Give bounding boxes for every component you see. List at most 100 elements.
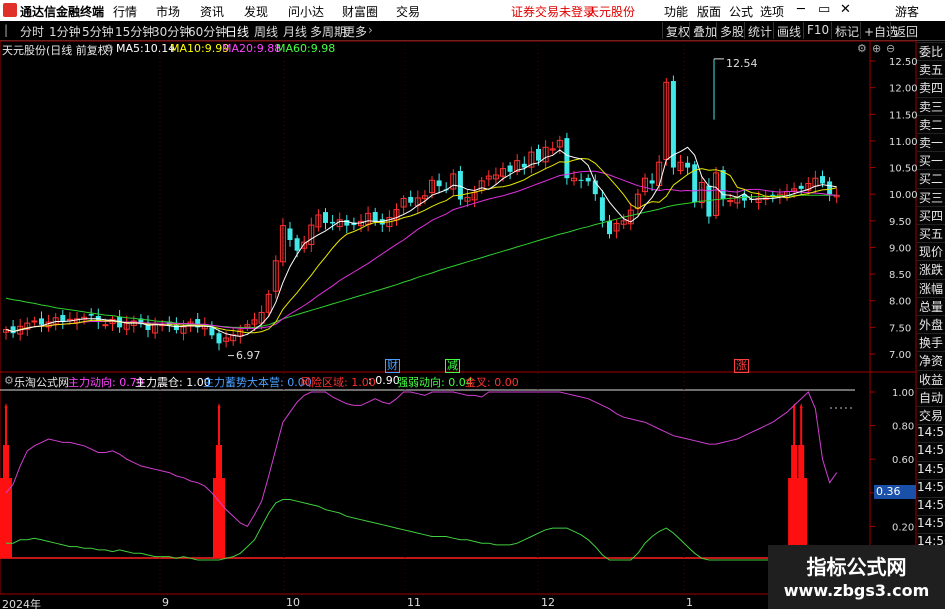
candle-body-up bbox=[727, 200, 734, 203]
quote-panel-item[interactable]: 卖四 bbox=[917, 78, 945, 97]
quote-panel-item[interactable]: 总量 bbox=[917, 296, 945, 315]
indicator-field-2: 主力蓄势大本营: 0.00 bbox=[203, 374, 312, 390]
risk-bar-mid bbox=[3, 445, 9, 478]
settings-icon-2[interactable]: ⚙ bbox=[857, 42, 867, 55]
quote-panel-item[interactable]: 14:56 bbox=[917, 460, 945, 479]
quote-panel-item[interactable]: 买四 bbox=[917, 205, 945, 224]
candle-body-down bbox=[294, 238, 300, 251]
risk-bar bbox=[0, 478, 12, 558]
risk-bar-mid bbox=[216, 445, 222, 478]
field-label: 主力震仓: bbox=[135, 376, 183, 389]
y-tick-label: 8.00 bbox=[889, 297, 911, 308]
x-label-sep: 9 bbox=[162, 596, 169, 609]
quote-panel-item[interactable]: 买一 bbox=[917, 151, 945, 170]
ma60-line bbox=[5, 194, 837, 329]
quote-panel-item[interactable]: 卖二 bbox=[917, 114, 945, 133]
ind-tick-label: 1.00 bbox=[892, 388, 914, 399]
quote-panel-item[interactable]: 14:56 bbox=[917, 478, 945, 497]
indicator-field-3: 风险区域: 1.00 bbox=[300, 374, 376, 390]
candle-body-down bbox=[607, 220, 612, 235]
ma60-label: MA60: bbox=[276, 42, 311, 55]
candle-body-down bbox=[88, 314, 94, 316]
y-tick-label: 8.50 bbox=[889, 270, 911, 281]
quote-panel-item[interactable]: 14:56 bbox=[917, 515, 945, 534]
risk-bar-stem bbox=[800, 408, 803, 445]
candlesticks bbox=[3, 58, 840, 357]
quote-panel-item[interactable]: 交易 bbox=[917, 406, 945, 424]
watermark-title: 指标公式网 bbox=[806, 555, 907, 579]
marker-rise[interactable]: 涨 bbox=[734, 359, 749, 373]
indicator-lines bbox=[5, 391, 838, 561]
indicator-bars bbox=[0, 403, 808, 558]
y-tick-label: 7.00 bbox=[889, 350, 911, 361]
quote-panel-item[interactable]: 14:55 bbox=[917, 442, 945, 461]
x-label-nov: 11 bbox=[407, 596, 421, 609]
y-tick-label: 7.50 bbox=[889, 323, 911, 334]
zoom-in-icon[interactable]: ⊕ bbox=[872, 42, 881, 55]
candle-body-down bbox=[436, 180, 442, 187]
ind-tick-label: 0.60 bbox=[892, 455, 914, 466]
watermark-url: www.zbgs3.com bbox=[783, 581, 930, 600]
quote-panel-item[interactable]: 买五 bbox=[917, 224, 945, 242]
candle-body-down bbox=[323, 212, 328, 223]
field-label: 主力动向: bbox=[68, 376, 116, 389]
quote-panel-item[interactable]: 买二 bbox=[917, 169, 945, 188]
quote-panel-item[interactable]: 现价 bbox=[917, 242, 945, 261]
ma60-readout: MA60:9.98 bbox=[276, 42, 335, 55]
risk-bar-tip bbox=[799, 403, 803, 408]
quote-panel-item[interactable]: 14:56 bbox=[917, 497, 945, 515]
risk-bar-mid bbox=[791, 445, 798, 478]
candle-body-down bbox=[408, 196, 414, 203]
risk-bar-stem bbox=[793, 408, 796, 445]
indicator-field-5: 强弱动向: 0.04 bbox=[397, 374, 473, 390]
field-value: 0.00 bbox=[494, 376, 519, 389]
quote-panel-item[interactable]: 涨幅 bbox=[917, 278, 945, 297]
zoom-out-icon[interactable]: ⊖ bbox=[886, 42, 895, 55]
indicator-field-6: 金叉: 0.00 bbox=[465, 374, 519, 390]
y-tick-label: 11.00 bbox=[889, 137, 918, 148]
candle-body-down bbox=[649, 180, 655, 184]
quote-panel-item[interactable]: 买三 bbox=[917, 187, 945, 206]
quote-panel-item[interactable]: 卖一 bbox=[917, 133, 945, 151]
kline-chart[interactable]: 12.5012.0011.5011.0010.5010.009.509.008.… bbox=[0, 0, 945, 609]
quote-panel-item[interactable]: 卖五 bbox=[917, 60, 945, 79]
watermark: 指标公式网 www.zbgs3.com bbox=[768, 545, 945, 609]
marker-reduce[interactable]: 减 bbox=[445, 359, 460, 373]
stock-label: 天元股份(日线 前复权) bbox=[2, 44, 114, 57]
field-label: 风险区域: bbox=[300, 376, 348, 389]
candle-body-down bbox=[599, 197, 605, 221]
y-tick-label: 9.00 bbox=[889, 243, 911, 254]
y-tick-label: 11.50 bbox=[889, 110, 918, 121]
quote-panel-item[interactable]: 14:55 bbox=[917, 424, 945, 443]
ma20-line bbox=[5, 170, 837, 333]
candle-body-down bbox=[39, 318, 44, 325]
marker-finance[interactable]: 财 bbox=[385, 359, 400, 373]
quote-panel-item[interactable]: 涨跌 bbox=[917, 260, 945, 279]
quote-panel-item[interactable]: 委比 bbox=[917, 42, 945, 60]
moving-average-lines bbox=[5, 146, 837, 337]
ma60-value: 9.98 bbox=[310, 42, 336, 55]
main-force-line bbox=[5, 391, 838, 528]
quote-panel-item[interactable]: 自动 bbox=[917, 387, 945, 406]
risk-bar-tip bbox=[217, 403, 221, 408]
ma10-line bbox=[5, 157, 837, 334]
field-label: 主力蓄势大本营: bbox=[203, 376, 284, 389]
quote-panel-item[interactable]: 净资 bbox=[917, 351, 945, 370]
settings-icon[interactable]: ⚙ bbox=[104, 42, 114, 55]
indicator-name[interactable]: 乐淘公式网 bbox=[14, 374, 69, 390]
quote-panel-item[interactable]: 换手 bbox=[917, 333, 945, 352]
quote-panel-item[interactable]: 外盘 bbox=[917, 315, 945, 333]
quote-panel-item[interactable]: 卖三 bbox=[917, 96, 945, 115]
candle-body-down bbox=[536, 149, 541, 161]
candle-body-down bbox=[372, 212, 378, 222]
indicator-settings-icon[interactable]: ⚙ bbox=[4, 374, 14, 387]
quote-panel-item[interactable]: 收益 bbox=[917, 369, 945, 388]
x-label-jan: 1 bbox=[686, 596, 693, 609]
ma5-label: MA5: bbox=[116, 42, 144, 55]
candle-body-down bbox=[507, 165, 513, 172]
ma10-readout: MA10:9.99 bbox=[170, 42, 229, 55]
ma5-line bbox=[5, 146, 837, 337]
candle-body-up bbox=[31, 320, 38, 323]
y-tick-label: 10.00 bbox=[889, 190, 918, 201]
risk-bar-stem bbox=[218, 408, 220, 445]
